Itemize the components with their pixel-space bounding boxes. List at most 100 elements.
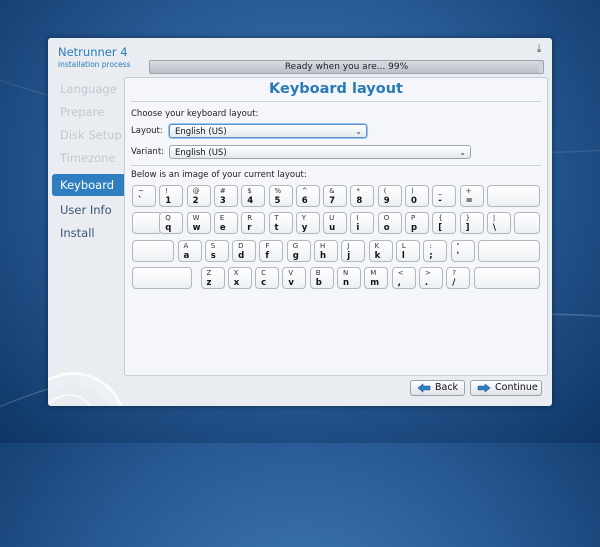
key: ? / bbox=[446, 267, 471, 290]
key-shift-glyph: ! bbox=[165, 187, 169, 195]
key-glyph: / bbox=[452, 278, 456, 289]
key-glyph: s bbox=[210, 250, 216, 261]
key-shift-glyph: ~ bbox=[138, 187, 144, 195]
key-glyph: c bbox=[261, 278, 267, 289]
page-title: Keyboard layout bbox=[269, 81, 403, 97]
key-shift-glyph: H bbox=[320, 241, 326, 250]
key-glyph: 3 bbox=[219, 196, 226, 206]
key-shift-glyph: + bbox=[465, 187, 472, 195]
layout-image-label: Below is an image of your current layout… bbox=[131, 170, 307, 180]
key-shift-glyph: : bbox=[429, 241, 432, 250]
key: Gg bbox=[286, 239, 311, 262]
progress-text: Ready when you are... 99% bbox=[284, 62, 409, 72]
key-glyph: u bbox=[329, 223, 336, 234]
key-shift-glyph: G bbox=[292, 241, 299, 250]
app-title: Netrunner 4 bbox=[58, 45, 128, 59]
key: Ff bbox=[259, 239, 284, 262]
key-shift-glyph: M bbox=[370, 269, 377, 278]
key-shift-glyph: ^ bbox=[301, 187, 308, 195]
key-shift-glyph: N bbox=[343, 269, 349, 278]
sidebar-item-disk-setup: Disk Setup bbox=[60, 128, 122, 142]
key-shift-glyph: L bbox=[401, 241, 406, 250]
key-glyph: e bbox=[219, 223, 226, 234]
key: Pp bbox=[405, 212, 429, 235]
key-glyph: i bbox=[356, 223, 360, 234]
key-shift-glyph: E bbox=[219, 214, 225, 223]
key-glyph: v bbox=[288, 278, 294, 289]
key-shift-glyph: Q bbox=[165, 214, 171, 223]
key: Tt bbox=[268, 212, 293, 235]
key: Qq bbox=[159, 212, 184, 235]
variant-select[interactable]: English (US) ⌄ bbox=[169, 145, 471, 159]
key: _ - bbox=[432, 185, 457, 207]
variant-select-value: English (US) bbox=[175, 148, 227, 158]
key: Rr bbox=[241, 212, 266, 235]
variant-label: Variant: bbox=[131, 147, 165, 157]
key-glyph: = bbox=[465, 196, 473, 206]
key-glyph: , bbox=[397, 278, 401, 289]
key: | \ bbox=[486, 212, 511, 235]
key-shift-glyph: B bbox=[315, 269, 321, 278]
key-glyph: k bbox=[374, 250, 381, 261]
key-modifier bbox=[132, 212, 162, 235]
key-shift-glyph: P bbox=[411, 214, 416, 223]
key: Hh bbox=[314, 239, 338, 262]
key-glyph: 1 bbox=[165, 196, 172, 206]
key-glyph: h bbox=[320, 250, 327, 261]
key-shift-glyph: I bbox=[356, 214, 359, 223]
minimize-icon[interactable]: ⤓ bbox=[532, 42, 546, 56]
key-glyph: b bbox=[315, 278, 322, 289]
key: Xx bbox=[227, 267, 252, 290]
key: + = bbox=[459, 185, 484, 207]
key-shift-glyph: S bbox=[210, 241, 216, 250]
key: Ss bbox=[204, 239, 229, 262]
key-modifier bbox=[132, 239, 174, 262]
key-glyph: \ bbox=[492, 223, 496, 234]
key-shift-glyph: F bbox=[265, 241, 270, 250]
key-glyph: m bbox=[370, 278, 380, 289]
key: >. bbox=[418, 267, 443, 290]
key: Mm bbox=[364, 267, 389, 290]
divider bbox=[131, 101, 541, 102]
key-shift-glyph: U bbox=[329, 214, 335, 223]
key: :; bbox=[423, 239, 448, 262]
installer-window: Netrunner 4 installation process ⤓ Ready… bbox=[48, 38, 552, 406]
key-shift-glyph: R bbox=[247, 214, 253, 223]
key-shift-glyph: A bbox=[183, 241, 189, 250]
key-shift-glyph: ) bbox=[411, 187, 414, 195]
key: Ee bbox=[213, 212, 238, 235]
key-shift-glyph: D bbox=[238, 241, 244, 250]
sidebar-item-prepare: Prepare bbox=[60, 105, 105, 119]
key: Uu bbox=[323, 212, 348, 235]
back-button[interactable]: Back bbox=[410, 380, 465, 396]
layout-select[interactable]: English (US) ⌄ bbox=[169, 124, 367, 138]
key: * 8 bbox=[350, 185, 375, 207]
key-shift-glyph: * bbox=[356, 187, 360, 195]
key-glyph: a bbox=[183, 250, 190, 261]
key: <, bbox=[391, 267, 416, 290]
sidebar-item-user-info: User Info bbox=[60, 203, 112, 217]
layout-select-value: English (US) bbox=[175, 127, 227, 137]
key-shift-glyph: % bbox=[274, 187, 282, 195]
keyboard-page: Keyboard layout Choose your keyboard lay… bbox=[124, 77, 548, 376]
key-glyph: g bbox=[292, 250, 299, 261]
arrow-right-icon bbox=[477, 383, 491, 393]
key: ! 1 bbox=[159, 185, 184, 207]
key-modifier bbox=[473, 267, 540, 290]
key: Cc bbox=[255, 267, 280, 290]
progress-bar: Ready when you are... 99% bbox=[149, 60, 544, 74]
key-glyph: q bbox=[165, 223, 172, 234]
key-shift-glyph: & bbox=[329, 187, 335, 195]
key: Yy bbox=[295, 212, 320, 235]
key-shift-glyph: _ bbox=[438, 187, 442, 195]
key-modifier bbox=[132, 267, 192, 290]
key-shift-glyph: { bbox=[438, 214, 443, 223]
key: @2 bbox=[186, 185, 211, 207]
key: Jj bbox=[341, 239, 366, 262]
continue-button[interactable]: Continue bbox=[470, 380, 542, 396]
key-glyph: 0 bbox=[411, 196, 417, 206]
sidebar-item-language: Language bbox=[60, 82, 117, 96]
key: Aa bbox=[177, 239, 202, 262]
key: Oo bbox=[377, 212, 402, 235]
key-glyph: [ bbox=[438, 223, 443, 234]
